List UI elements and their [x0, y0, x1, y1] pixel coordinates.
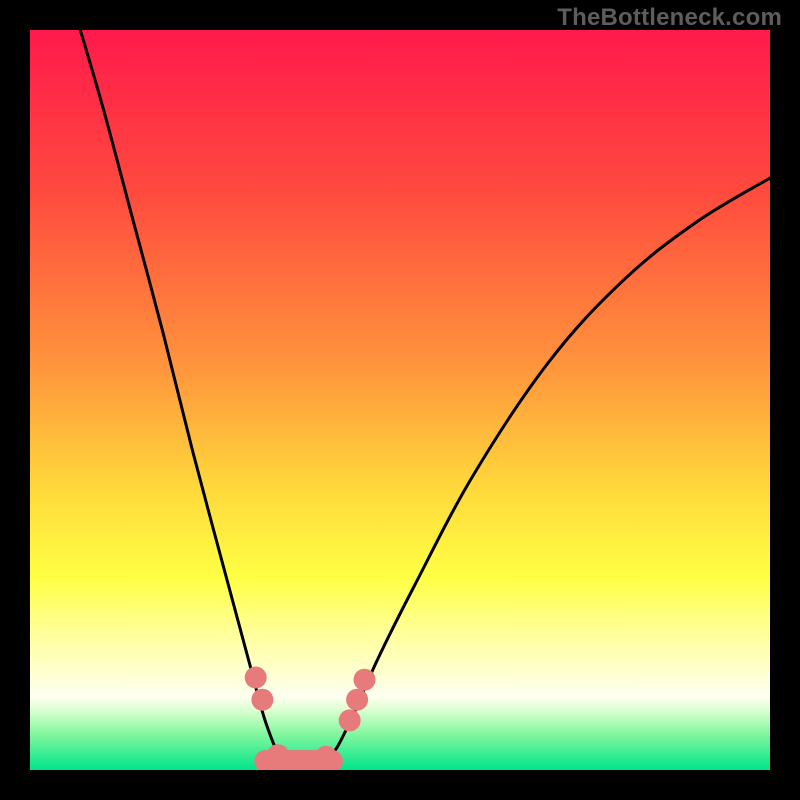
chart-frame: TheBottleneck.com: [0, 0, 800, 800]
gradient-background: [30, 30, 770, 770]
data-marker: [251, 689, 273, 711]
plot-area: [30, 30, 770, 770]
data-marker: [339, 709, 361, 731]
chart-svg: [30, 30, 770, 770]
data-marker: [346, 689, 368, 711]
watermark-text: TheBottleneck.com: [557, 4, 782, 32]
data-marker: [245, 667, 267, 689]
data-marker: [315, 746, 337, 768]
data-marker: [354, 669, 376, 691]
